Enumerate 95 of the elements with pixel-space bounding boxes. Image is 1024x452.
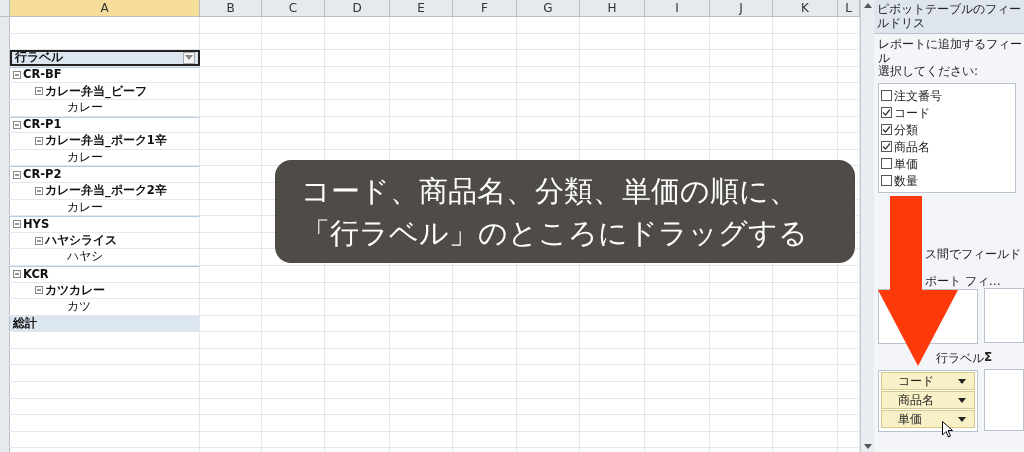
field-checkbox[interactable] [881,107,892,119]
field-checkbox[interactable] [881,90,892,102]
row-header[interactable] [0,249,10,265]
column-header[interactable]: D [325,0,390,16]
caption-text: 「行ラベル」のところにドラッグする [301,215,809,253]
row-labels-label: 行ラベル [936,352,984,366]
row-header[interactable] [0,299,10,315]
pivot-row-label: カレー弁当_ビーフ [45,82,147,100]
collapse-icon[interactable] [35,286,43,295]
caret-icon [958,378,966,384]
field-checkbox[interactable] [881,141,892,153]
scroll-up-icon[interactable] [863,3,872,8]
row-header[interactable] [0,199,10,216]
row-header[interactable] [0,332,10,348]
grand-total-label: 総計 [13,314,37,332]
collapse-icon[interactable] [35,236,43,245]
column-header[interactable]: K [773,0,838,16]
pivot-row-label: CR-P1 [23,116,62,134]
column-header[interactable]: G [517,0,580,16]
row-header[interactable] [0,133,10,149]
field-label: 分類 [894,121,918,139]
row-header[interactable] [0,415,10,431]
collapse-icon[interactable] [13,270,21,279]
collapse-icon[interactable] [13,220,21,229]
pivot-row-label: カレー弁当_ポーク1辛 [45,132,167,150]
field-label: 注文番号 [894,87,942,105]
instruction-text: 選択してください: [878,65,980,80]
row-header[interactable] [0,66,10,83]
row-header[interactable] [0,182,10,199]
panel-title: ピボットテーブルのフィールドリス [874,0,1024,34]
row-header[interactable] [0,315,10,332]
pivot-row-label: カツ [67,298,91,316]
vertical-scrollbar[interactable] [860,0,874,452]
row-header[interactable] [0,232,10,249]
row-header[interactable] [0,265,10,282]
collapse-icon[interactable] [13,120,21,129]
drag-hint-text: ス間でフィールド [925,247,1021,262]
row-header[interactable] [0,99,10,116]
column-header[interactable]: E [390,0,453,16]
collapse-icon[interactable] [13,170,21,179]
caption-text: コード、商品名、分類、単価の順に、 [301,173,799,210]
collapse-icon[interactable] [35,87,43,96]
row-labels-header: 行ラベル [15,49,63,67]
collapse-icon[interactable] [13,71,21,80]
row-header[interactable] [0,216,10,232]
pivot-row-label: ハヤシ [67,248,103,266]
row-header[interactable] [0,33,10,50]
values-label: Σ [984,351,993,366]
row-header[interactable] [0,83,10,99]
field-label: 数量 [894,172,918,190]
pivot-row-label: カレー [67,148,103,166]
pivot-row-label: カレー [67,198,103,216]
row-header[interactable] [0,348,10,365]
row-header[interactable] [0,365,10,382]
pivot-row-label: KCR [23,265,49,283]
column-header[interactable]: A [10,0,200,16]
row-header[interactable] [0,382,10,398]
field-label: 単価 [894,155,918,173]
field-checkbox[interactable] [881,158,892,170]
report-filter-label: ポート フィ… [925,275,1001,290]
column-header[interactable]: J [710,0,773,16]
filter-dropdown-button[interactable] [183,52,195,64]
row-header[interactable] [0,166,10,182]
column-header[interactable]: I [645,0,710,16]
field-chip[interactable]: コード [881,372,975,390]
row-header[interactable] [0,149,10,166]
field-checkbox[interactable] [881,175,892,187]
field-chip[interactable]: 商品名 [881,391,975,409]
row-header[interactable] [0,17,10,33]
pivot-row-label: カレー弁当_ポーク2辛 [45,182,167,200]
row-header[interactable] [0,50,10,66]
column-header[interactable]: C [262,0,325,16]
field-label: コード [894,104,930,122]
instruction-text: レポートに追加するフィール [878,37,1023,65]
column-header[interactable]: H [580,0,645,16]
column-header[interactable]: F [453,0,517,16]
pivot-row-label: CR-BF [23,66,62,84]
caret-icon [958,397,966,403]
field-chip[interactable]: 単価 [881,410,975,428]
row-header[interactable] [0,431,10,448]
caret-icon [958,416,966,422]
collapse-icon[interactable] [35,186,43,195]
row-header[interactable] [0,398,10,415]
field-checkbox[interactable] [881,124,892,136]
pivot-row-label: ハヤシライス [45,231,117,249]
row-header[interactable] [0,282,10,299]
pivot-row-label: HYS [23,215,50,233]
row-header[interactable] [0,116,10,133]
column-header[interactable]: B [200,0,262,16]
pivot-row-label: CR-P2 [23,166,62,183]
scroll-down-icon[interactable] [863,444,872,449]
collapse-icon[interactable] [35,136,43,145]
field-label: 商品名 [894,138,930,156]
pivot-row-label: カレー [67,99,103,117]
pivot-row-label: カツカレー [45,281,105,299]
